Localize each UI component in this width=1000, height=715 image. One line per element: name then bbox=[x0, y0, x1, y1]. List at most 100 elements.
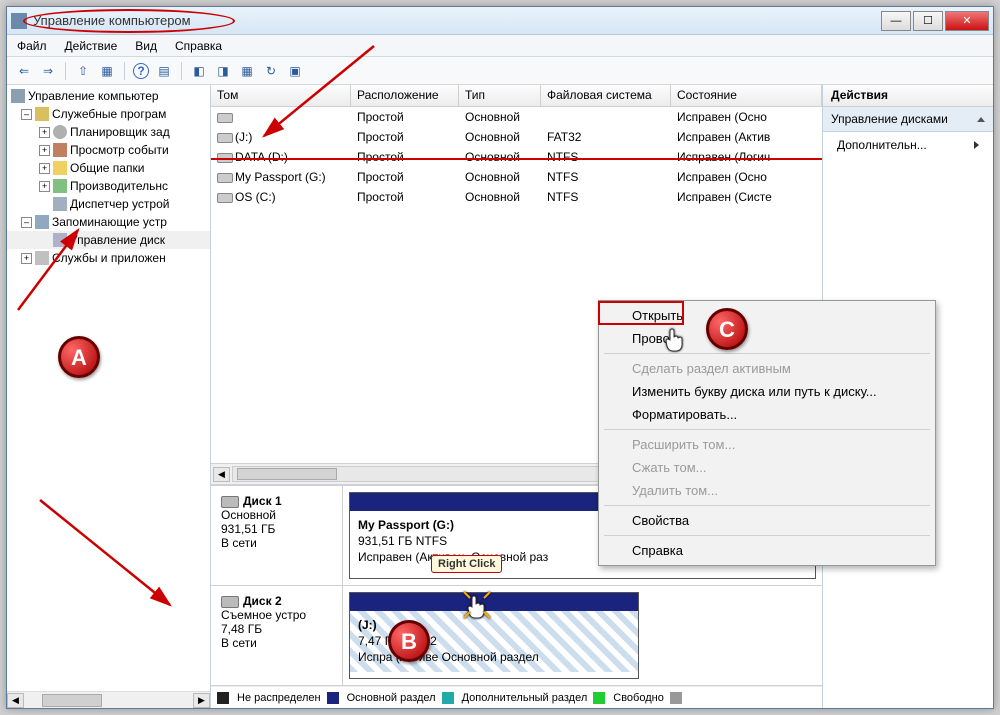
vol-state: Исправен (Осно bbox=[671, 110, 822, 124]
vol-fs: NTFS bbox=[541, 190, 671, 204]
col-fs[interactable]: Файловая система bbox=[541, 85, 671, 106]
scroll-thumb[interactable] bbox=[237, 468, 337, 480]
tree-storage-label: Запоминающие устр bbox=[52, 215, 167, 229]
menu-view[interactable]: Вид bbox=[135, 39, 157, 53]
volume-list: Простой Основной Исправен (Осно (J:) Про… bbox=[211, 107, 822, 207]
ctx-shrink: Сжать том... bbox=[602, 456, 932, 479]
cursor-hand-icon bbox=[664, 327, 686, 353]
menu-action[interactable]: Действие bbox=[65, 39, 118, 53]
back-button[interactable]: ⇐ bbox=[15, 62, 33, 80]
annotation-underline bbox=[211, 158, 822, 160]
actions-more[interactable]: Дополнительн... bbox=[823, 132, 993, 158]
legend-unalloc: Не распределен bbox=[237, 692, 321, 704]
ctx-help[interactable]: Справка bbox=[602, 539, 932, 562]
disk-row: Диск 2 Съемное устро 7,48 ГБ В сети (J:)… bbox=[211, 586, 822, 686]
scroll-left-icon[interactable]: ◀ bbox=[213, 467, 230, 482]
volume-row[interactable]: My Passport (G:) Простой Основной NTFS И… bbox=[211, 167, 822, 187]
tree-events-label: Просмотр событи bbox=[70, 143, 169, 157]
minimize-button[interactable]: — bbox=[881, 11, 911, 31]
annotation-rightclick-label: Right Click bbox=[431, 555, 502, 573]
tree-services[interactable]: +Службы и приложен bbox=[7, 249, 210, 267]
ctx-open[interactable]: Открыть bbox=[602, 304, 932, 327]
tree-storage[interactable]: –Запоминающие устр bbox=[7, 213, 210, 231]
maximize-button[interactable]: ☐ bbox=[913, 11, 943, 31]
vol-type: Основной bbox=[459, 130, 541, 144]
tree-diskmgmt-label: Управление диск bbox=[70, 233, 165, 247]
actions-section-label: Управление дисками bbox=[831, 112, 948, 126]
refresh-icon[interactable]: ↻ bbox=[262, 62, 280, 80]
vol-state: Исправен (Осно bbox=[671, 170, 822, 184]
help-button[interactable]: ? bbox=[133, 63, 149, 79]
col-state[interactable]: Состояние bbox=[671, 85, 822, 106]
ctx-make-active: Сделать раздел активным bbox=[602, 357, 932, 380]
forward-button[interactable]: ⇒ bbox=[39, 62, 57, 80]
ctx-extend: Расширить том... bbox=[602, 433, 932, 456]
tree-folders[interactable]: +Общие папки bbox=[7, 159, 210, 177]
titlebar: Управление компьютером — ☐ ✕ bbox=[7, 7, 993, 35]
tree-scheduler[interactable]: +Планировщик зад bbox=[7, 123, 210, 141]
vol-name: (J:) bbox=[235, 130, 252, 144]
tree-devmgr[interactable]: Диспетчер устрой bbox=[7, 195, 210, 213]
tree-tools-label: Служебные програм bbox=[52, 107, 166, 121]
vol-state: Исправен (Логич bbox=[671, 150, 822, 164]
tb-icon-5[interactable]: ▣ bbox=[286, 62, 304, 80]
ctx-format[interactable]: Форматировать... bbox=[602, 403, 932, 426]
menu-help[interactable]: Справка bbox=[175, 39, 222, 53]
tree-root[interactable]: Управление компьютер bbox=[7, 87, 210, 105]
toolbar: ⇐ ⇒ ⇧ ▦ ? ▤ ◧ ◨ ▦ ↻ ▣ bbox=[7, 57, 993, 85]
tree-perf[interactable]: +Производительнс bbox=[7, 177, 210, 195]
ctx-properties[interactable]: Свойства bbox=[602, 509, 932, 532]
window-title: Управление компьютером bbox=[33, 13, 191, 28]
up-button[interactable]: ⇧ bbox=[74, 62, 92, 80]
disk-label[interactable]: Диск 2 Съемное устро 7,48 ГБ В сети bbox=[211, 586, 343, 685]
legend-swatch-primary bbox=[327, 692, 339, 704]
menu-file[interactable]: Файл bbox=[17, 39, 47, 53]
tree-diskmgmt[interactable]: Управление диск bbox=[7, 231, 210, 249]
scroll-left-icon[interactable]: ◀ bbox=[7, 693, 24, 708]
tb-icon-1[interactable]: ◧ bbox=[190, 62, 208, 80]
scroll-thumb[interactable] bbox=[42, 694, 102, 707]
tb-icon-3[interactable]: ▦ bbox=[238, 62, 256, 80]
actions-section[interactable]: Управление дисками bbox=[823, 107, 993, 132]
volume-row[interactable]: DATA (D:) Простой Основной NTFS Исправен… bbox=[211, 147, 822, 167]
ctx-change-letter[interactable]: Изменить букву диска или путь к диску... bbox=[602, 380, 932, 403]
legend-swatch-free bbox=[593, 692, 605, 704]
scroll-right-icon[interactable]: ▶ bbox=[193, 693, 210, 708]
vol-layout: Простой bbox=[351, 150, 459, 164]
vol-type: Основной bbox=[459, 150, 541, 164]
volume-row[interactable]: OS (C:) Простой Основной NTFS Исправен (… bbox=[211, 187, 822, 207]
volume-row[interactable]: (J:) Простой Основной FAT32 Исправен (Ак… bbox=[211, 127, 822, 147]
volume-icon bbox=[217, 173, 233, 183]
vol-fs: NTFS bbox=[541, 150, 671, 164]
tree-tools[interactable]: –Служебные програм bbox=[7, 105, 210, 123]
volume-row[interactable]: Простой Основной Исправен (Осно bbox=[211, 107, 822, 127]
volume-header: Том Расположение Тип Файловая система Со… bbox=[211, 85, 822, 107]
disk-name: Диск 2 bbox=[243, 594, 282, 608]
vol-state: Исправен (Актив bbox=[671, 130, 822, 144]
tree-hscroll[interactable]: ◀ ▶ bbox=[7, 691, 210, 708]
cursor-hand-icon bbox=[466, 594, 488, 620]
legend-extended: Дополнительный раздел bbox=[462, 692, 588, 704]
disk-size: 7,48 ГБ bbox=[221, 622, 332, 636]
annotation-badge-b: B bbox=[388, 620, 430, 662]
col-type[interactable]: Тип bbox=[459, 85, 541, 106]
ctx-explorer[interactable]: Провод bbox=[602, 327, 932, 350]
col-volume[interactable]: Том bbox=[211, 85, 351, 106]
vol-type: Основной bbox=[459, 110, 541, 124]
collapse-icon bbox=[977, 117, 985, 122]
legend-swatch-other bbox=[670, 692, 682, 704]
disk-label[interactable]: Диск 1 Основной 931,51 ГБ В сети bbox=[211, 486, 343, 585]
vol-name: OS (C:) bbox=[235, 190, 276, 204]
properties-button[interactable]: ▦ bbox=[98, 62, 116, 80]
legend-free: Свободно bbox=[613, 692, 664, 704]
actions-more-label: Дополнительн... bbox=[837, 138, 927, 152]
view-button[interactable]: ▤ bbox=[155, 62, 173, 80]
tb-icon-2[interactable]: ◨ bbox=[214, 62, 232, 80]
annotation-badge-a: A bbox=[58, 336, 100, 378]
tree-events[interactable]: +Просмотр событи bbox=[7, 141, 210, 159]
close-button[interactable]: ✕ bbox=[945, 11, 989, 31]
col-layout[interactable]: Расположение bbox=[351, 85, 459, 106]
tree-root-label: Управление компьютер bbox=[28, 89, 159, 103]
ctx-separator bbox=[604, 535, 930, 536]
ctx-separator bbox=[604, 353, 930, 354]
